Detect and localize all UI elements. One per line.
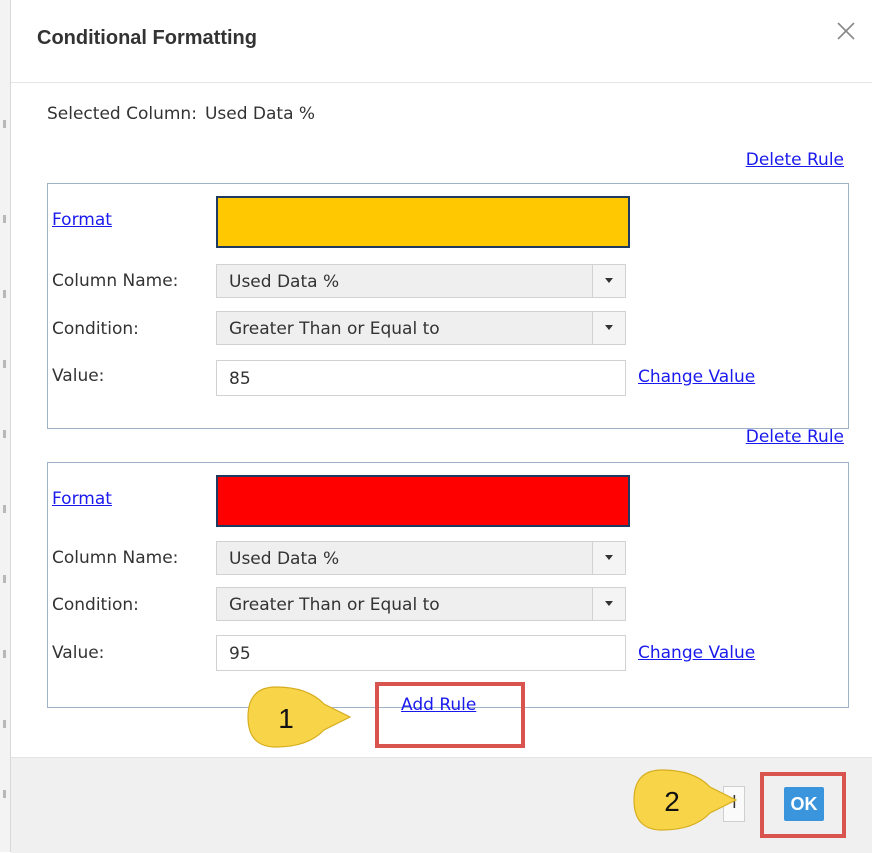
condition-select[interactable]: Greater Than or Equal to xyxy=(216,311,626,345)
dialog-header: Conditional Formatting xyxy=(11,0,872,83)
callout-number: 1 xyxy=(278,703,294,734)
selected-column-label: Selected Column: xyxy=(47,104,197,124)
chevron-down-icon[interactable] xyxy=(592,542,625,574)
close-icon[interactable] xyxy=(835,20,857,42)
value-input[interactable]: 95 xyxy=(216,635,626,671)
value-label: Value: xyxy=(52,366,105,386)
delete-rule-link[interactable]: Delete Rule xyxy=(746,427,844,447)
conditional-formatting-dialog: Conditional Formatting Selected Column: U… xyxy=(10,0,872,853)
change-value-link[interactable]: Change Value xyxy=(638,643,755,663)
background-marker xyxy=(3,790,6,798)
format-link[interactable]: Format xyxy=(52,210,112,230)
background-marker xyxy=(3,290,6,298)
chevron-down-icon[interactable] xyxy=(592,312,625,344)
column-name-selected-value: Used Data % xyxy=(229,272,340,292)
background-app-edge xyxy=(0,0,10,852)
callout-marker-1: 1 xyxy=(247,686,352,748)
condition-selected-value: Greater Than or Equal to xyxy=(229,595,440,615)
chevron-down-icon[interactable] xyxy=(592,588,625,620)
format-color-swatch[interactable] xyxy=(216,196,630,248)
callout-marker-2: 2 xyxy=(633,769,738,831)
selected-column-value: Used Data % xyxy=(204,104,316,124)
callout-number: 2 xyxy=(664,786,680,817)
background-marker xyxy=(3,360,6,368)
value-label: Value: xyxy=(52,643,105,663)
condition-label: Condition: xyxy=(52,595,139,615)
background-marker xyxy=(3,215,6,223)
background-marker xyxy=(3,650,6,658)
format-link[interactable]: Format xyxy=(52,489,112,509)
highlight-box-add-rule xyxy=(375,682,525,748)
rule-panel-1: Format Column Name: Used Data % Conditio… xyxy=(47,183,849,429)
background-marker xyxy=(3,575,6,583)
chevron-down-icon[interactable] xyxy=(592,265,625,297)
background-marker xyxy=(3,720,6,728)
dialog-title: Conditional Formatting xyxy=(37,27,257,49)
change-value-link[interactable]: Change Value xyxy=(638,367,755,387)
background-marker xyxy=(3,505,6,513)
selected-column: Selected Column: Used Data % xyxy=(47,104,315,124)
delete-rule-link[interactable]: Delete Rule xyxy=(746,150,844,170)
column-name-label: Column Name: xyxy=(52,271,179,291)
format-color-swatch[interactable] xyxy=(216,475,630,527)
value-input[interactable]: 85 xyxy=(216,360,626,396)
condition-selected-value: Greater Than or Equal to xyxy=(229,319,440,339)
condition-select[interactable]: Greater Than or Equal to xyxy=(216,587,626,621)
column-name-selected-value: Used Data % xyxy=(229,549,340,569)
background-marker xyxy=(3,430,6,438)
rule-panel-2: Format Column Name: Used Data % Conditio… xyxy=(47,462,849,708)
column-name-label: Column Name: xyxy=(52,548,179,568)
column-name-select[interactable]: Used Data % xyxy=(216,541,626,575)
condition-label: Condition: xyxy=(52,319,139,339)
highlight-box-ok xyxy=(760,772,846,838)
column-name-select[interactable]: Used Data % xyxy=(216,264,626,298)
background-marker xyxy=(3,120,6,128)
